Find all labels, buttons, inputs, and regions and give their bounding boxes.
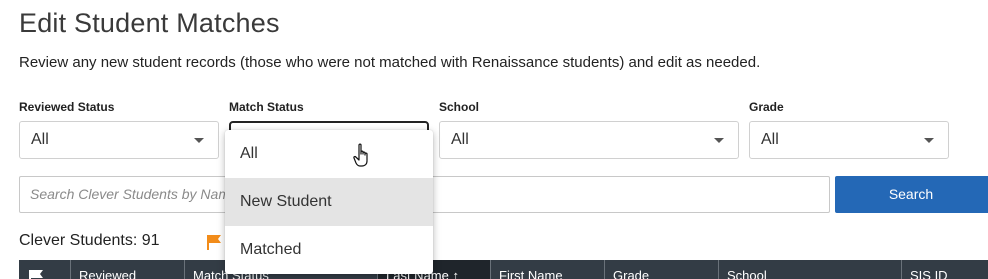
option-all[interactable]: All — [225, 130, 433, 178]
school-select[interactable]: All — [439, 121, 739, 159]
chevron-down-icon — [714, 138, 724, 143]
option-new-student[interactable]: New Student — [225, 178, 433, 226]
school-value: All — [451, 131, 469, 148]
flag-icon — [29, 270, 43, 279]
chevron-down-icon — [924, 138, 934, 143]
reviewed-status-label: Reviewed Status — [19, 100, 115, 114]
grade-label: Grade — [749, 100, 784, 114]
grade-select[interactable]: All — [749, 121, 949, 159]
column-flag[interactable] — [19, 260, 71, 279]
chevron-down-icon — [194, 138, 204, 143]
column-grade[interactable]: Grade — [605, 260, 719, 279]
column-school[interactable]: School — [719, 260, 902, 279]
page-description: Review any new student records (those wh… — [19, 54, 761, 71]
hand-cursor-icon — [353, 143, 368, 167]
option-matched[interactable]: Matched — [225, 226, 433, 274]
flag-icon[interactable] — [206, 234, 222, 250]
student-count: Clever Students: 91 — [19, 232, 160, 249]
page-title: Edit Student Matches — [19, 8, 280, 38]
grade-value: All — [761, 131, 779, 148]
column-sis-id[interactable]: SIS ID — [902, 260, 988, 279]
search-button[interactable]: Search — [835, 176, 988, 213]
table-header: Reviewed Match Status Last Name ↑ First … — [19, 260, 988, 279]
column-reviewed[interactable]: Reviewed — [71, 260, 185, 279]
reviewed-status-select[interactable]: All — [19, 121, 219, 159]
reviewed-status-value: All — [31, 131, 49, 148]
match-status-dropdown: All New Student Matched — [225, 130, 433, 274]
school-label: School — [439, 100, 480, 114]
column-first-name[interactable]: First Name — [491, 260, 605, 279]
match-status-label: Match Status — [229, 100, 304, 114]
